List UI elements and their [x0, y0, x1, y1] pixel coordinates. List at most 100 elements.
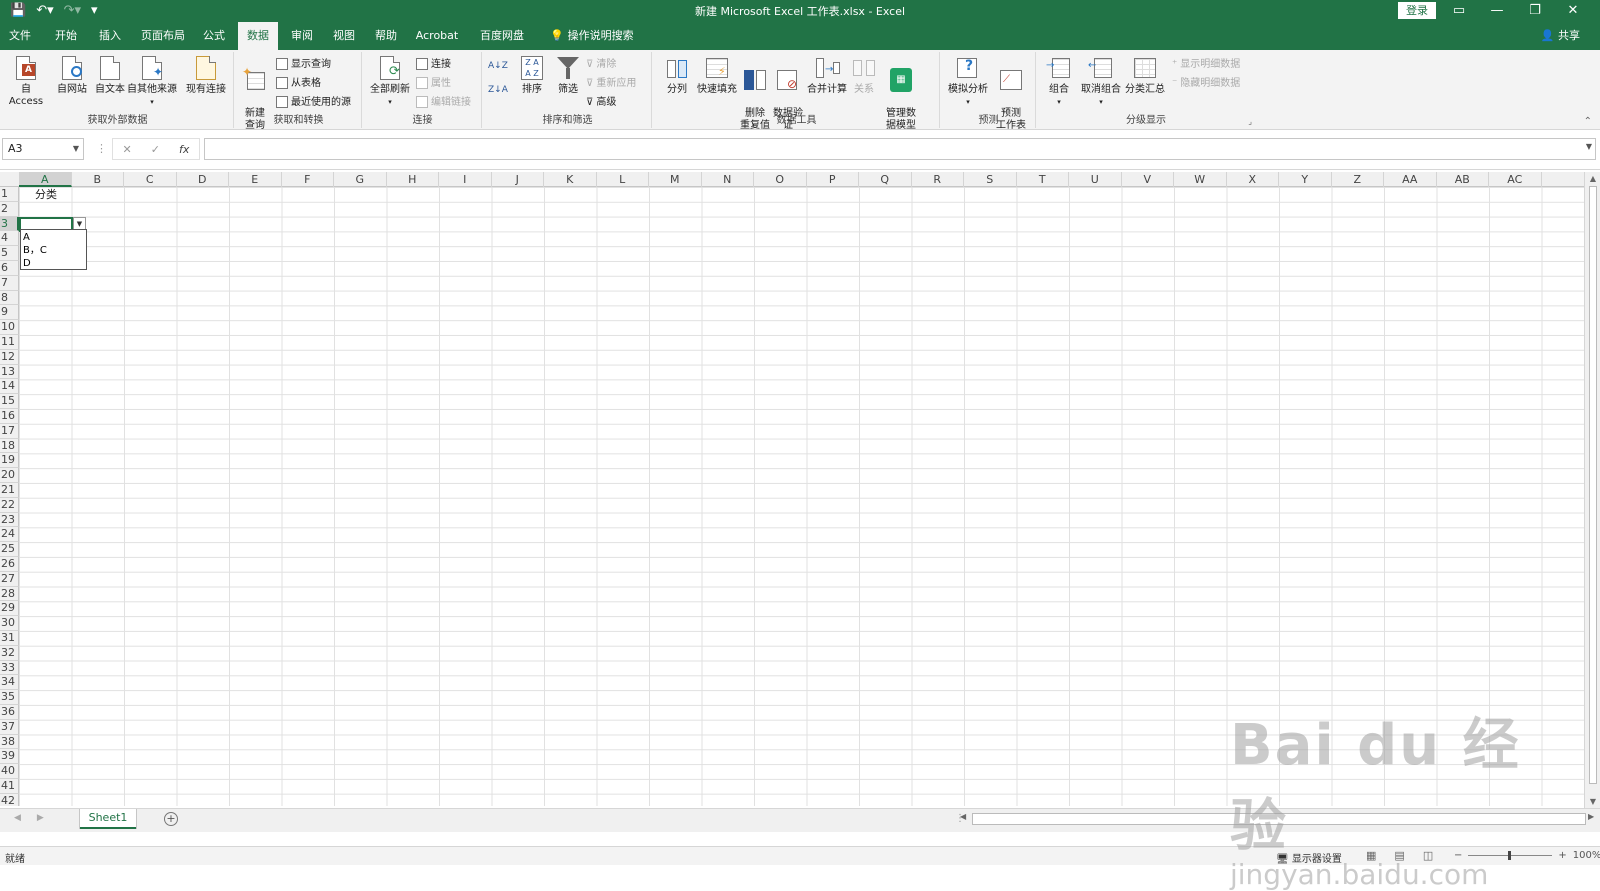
connections-button[interactable]: 连接	[416, 56, 451, 73]
share-button[interactable]: 👤 共享	[1541, 22, 1580, 50]
horizontal-scrollbar[interactable]	[972, 813, 1586, 825]
row-header-12[interactable]: 12	[0, 349, 19, 365]
column-header-D[interactable]: D	[177, 172, 229, 187]
display-settings-button[interactable]: 🖥 显示器设置	[1276, 850, 1342, 865]
tab-help[interactable]: 帮助	[370, 22, 402, 50]
row-header-20[interactable]: 20	[0, 468, 19, 483]
tab-formulas[interactable]: 公式	[198, 22, 230, 50]
row-header-13[interactable]: 13	[0, 364, 19, 380]
row-header-31[interactable]: 31	[0, 631, 19, 646]
sort-az-button[interactable]: A↓Z	[488, 58, 508, 75]
row-header-40[interactable]: 40	[0, 764, 19, 779]
column-header-N[interactable]: N	[702, 172, 754, 187]
row-header-10[interactable]: 10	[0, 320, 19, 335]
row-header-36[interactable]: 36	[0, 705, 19, 720]
column-header-F[interactable]: F	[282, 172, 334, 187]
column-header-W[interactable]: W	[1174, 172, 1227, 187]
scroll-right-icon[interactable]: ▶	[1588, 812, 1594, 821]
page-layout-view-icon[interactable]: ▤	[1394, 849, 1404, 862]
subtotal-button[interactable]: 分类汇总	[1122, 54, 1168, 96]
insert-function-icon[interactable]: fx	[179, 143, 189, 156]
advanced-filter-button[interactable]: ⊽ 高级	[586, 94, 616, 111]
column-header-L[interactable]: L	[597, 172, 649, 187]
tell-me-search[interactable]: 💡 操作说明搜索	[542, 22, 642, 50]
column-header-O[interactable]: O	[754, 172, 807, 187]
clear-filter-button[interactable]: ⊽ 清除	[586, 56, 616, 73]
filter-button[interactable]: 筛选	[552, 54, 584, 96]
tab-page-layout[interactable]: 页面布局	[138, 22, 188, 50]
row-header-26[interactable]: 26	[0, 557, 19, 572]
column-header-T[interactable]: T	[1017, 172, 1069, 187]
column-header-R[interactable]: R	[912, 172, 964, 187]
column-header-AC[interactable]: AC	[1489, 172, 1542, 187]
prev-sheet-icon[interactable]: ◀	[14, 813, 21, 823]
tab-home[interactable]: 开始	[50, 22, 82, 50]
row-header-39[interactable]: 39	[0, 749, 19, 765]
row-header-14[interactable]: 14	[0, 379, 19, 395]
row-header-28[interactable]: 28	[0, 586, 19, 602]
row-header-16[interactable]: 16	[0, 409, 19, 424]
zoom-out-icon[interactable]: −	[1454, 850, 1462, 861]
vertical-scrollbar[interactable]: ▲ ▼	[1584, 172, 1600, 808]
collapse-ribbon-icon[interactable]: ⌃	[1584, 116, 1592, 127]
formula-input[interactable]	[204, 138, 1596, 160]
recent-sources-button[interactable]: 最近使用的源	[276, 94, 351, 111]
dropdown-option[interactable]: D	[23, 257, 84, 270]
ribbon-display-options-icon[interactable]: ▭	[1440, 1, 1478, 21]
cancel-icon[interactable]: ✕	[123, 143, 132, 156]
row-header-42[interactable]: 42	[0, 793, 19, 806]
column-header-U[interactable]: U	[1069, 172, 1122, 187]
column-header-AA[interactable]: AA	[1384, 172, 1437, 187]
row-header-24[interactable]: 24	[0, 527, 19, 543]
dropdown-option[interactable]: A	[23, 231, 84, 244]
row-header-35[interactable]: 35	[0, 690, 19, 705]
add-sheet-icon[interactable]: +	[164, 812, 178, 826]
close-button[interactable]: ✕	[1554, 1, 1592, 21]
row-header-4[interactable]: 4	[0, 231, 19, 247]
row-header-11[interactable]: 11	[0, 335, 19, 350]
reapply-button[interactable]: ⊽ 重新应用	[586, 75, 636, 92]
tab-insert[interactable]: 插入	[94, 22, 126, 50]
text-to-columns-button[interactable]: 分列	[660, 54, 694, 96]
what-if-analysis-button[interactable]: ? 模拟分析 ▾	[946, 54, 990, 108]
column-header-M[interactable]: M	[649, 172, 702, 187]
row-header-3[interactable]: 3	[0, 216, 19, 232]
from-other-sources-button[interactable]: ✦ 自其他来源 ▾	[126, 54, 178, 108]
row-header-9[interactable]: 9	[0, 305, 19, 321]
row-header-33[interactable]: 33	[0, 660, 19, 676]
formula-bar-splitter-icon[interactable]: ⋮	[96, 142, 107, 155]
worksheet-grid[interactable]: A B C D E F G H I J K L M N O P Q R S T U V W X Y Z AA AB AC 1234567…	[0, 172, 1584, 806]
tab-review[interactable]: 审阅	[286, 22, 318, 50]
scroll-up-icon[interactable]: ▲	[1585, 174, 1600, 183]
row-header-29[interactable]: 29	[0, 601, 19, 617]
from-web-button[interactable]: 自网站	[52, 54, 92, 96]
column-header-AB[interactable]: AB	[1437, 172, 1489, 187]
login-button[interactable]: 登录	[1398, 2, 1436, 19]
column-header-E[interactable]: E	[229, 172, 282, 187]
name-box[interactable]: A3 ▼	[2, 138, 84, 160]
normal-view-icon[interactable]: ▦	[1366, 849, 1376, 862]
page-break-view-icon[interactable]: ◫	[1423, 849, 1433, 862]
consolidate-button[interactable]: → 合并计算	[804, 54, 850, 96]
row-header-21[interactable]: 21	[0, 483, 19, 498]
row-header-37[interactable]: 37	[0, 719, 19, 735]
row-header-17[interactable]: 17	[0, 423, 19, 439]
row-header-34[interactable]: 34	[0, 675, 19, 691]
column-header-K[interactable]: K	[544, 172, 597, 187]
column-header-H[interactable]: H	[387, 172, 439, 187]
from-table-button[interactable]: 从表格	[276, 75, 321, 92]
dialog-launcher-icon[interactable]: ⌟	[1248, 117, 1252, 126]
column-header-Q[interactable]: Q	[859, 172, 912, 187]
refresh-all-button[interactable]: ⟳ 全部刷新 ▾	[368, 54, 412, 108]
column-header-X[interactable]: X	[1227, 172, 1279, 187]
ungroup-button[interactable]: ← 取消组合 ▾	[1078, 54, 1124, 108]
cell-A1[interactable]: 分类	[19, 187, 73, 202]
column-header-S[interactable]: S	[964, 172, 1017, 187]
row-header-19[interactable]: 19	[0, 453, 19, 469]
properties-button[interactable]: 属性	[416, 75, 451, 92]
edit-links-button[interactable]: 编辑链接	[416, 94, 471, 111]
column-header-J[interactable]: J	[492, 172, 544, 187]
row-header-23[interactable]: 23	[0, 512, 19, 528]
zoom-slider-knob[interactable]	[1508, 851, 1512, 860]
row-header-8[interactable]: 8	[0, 290, 19, 306]
